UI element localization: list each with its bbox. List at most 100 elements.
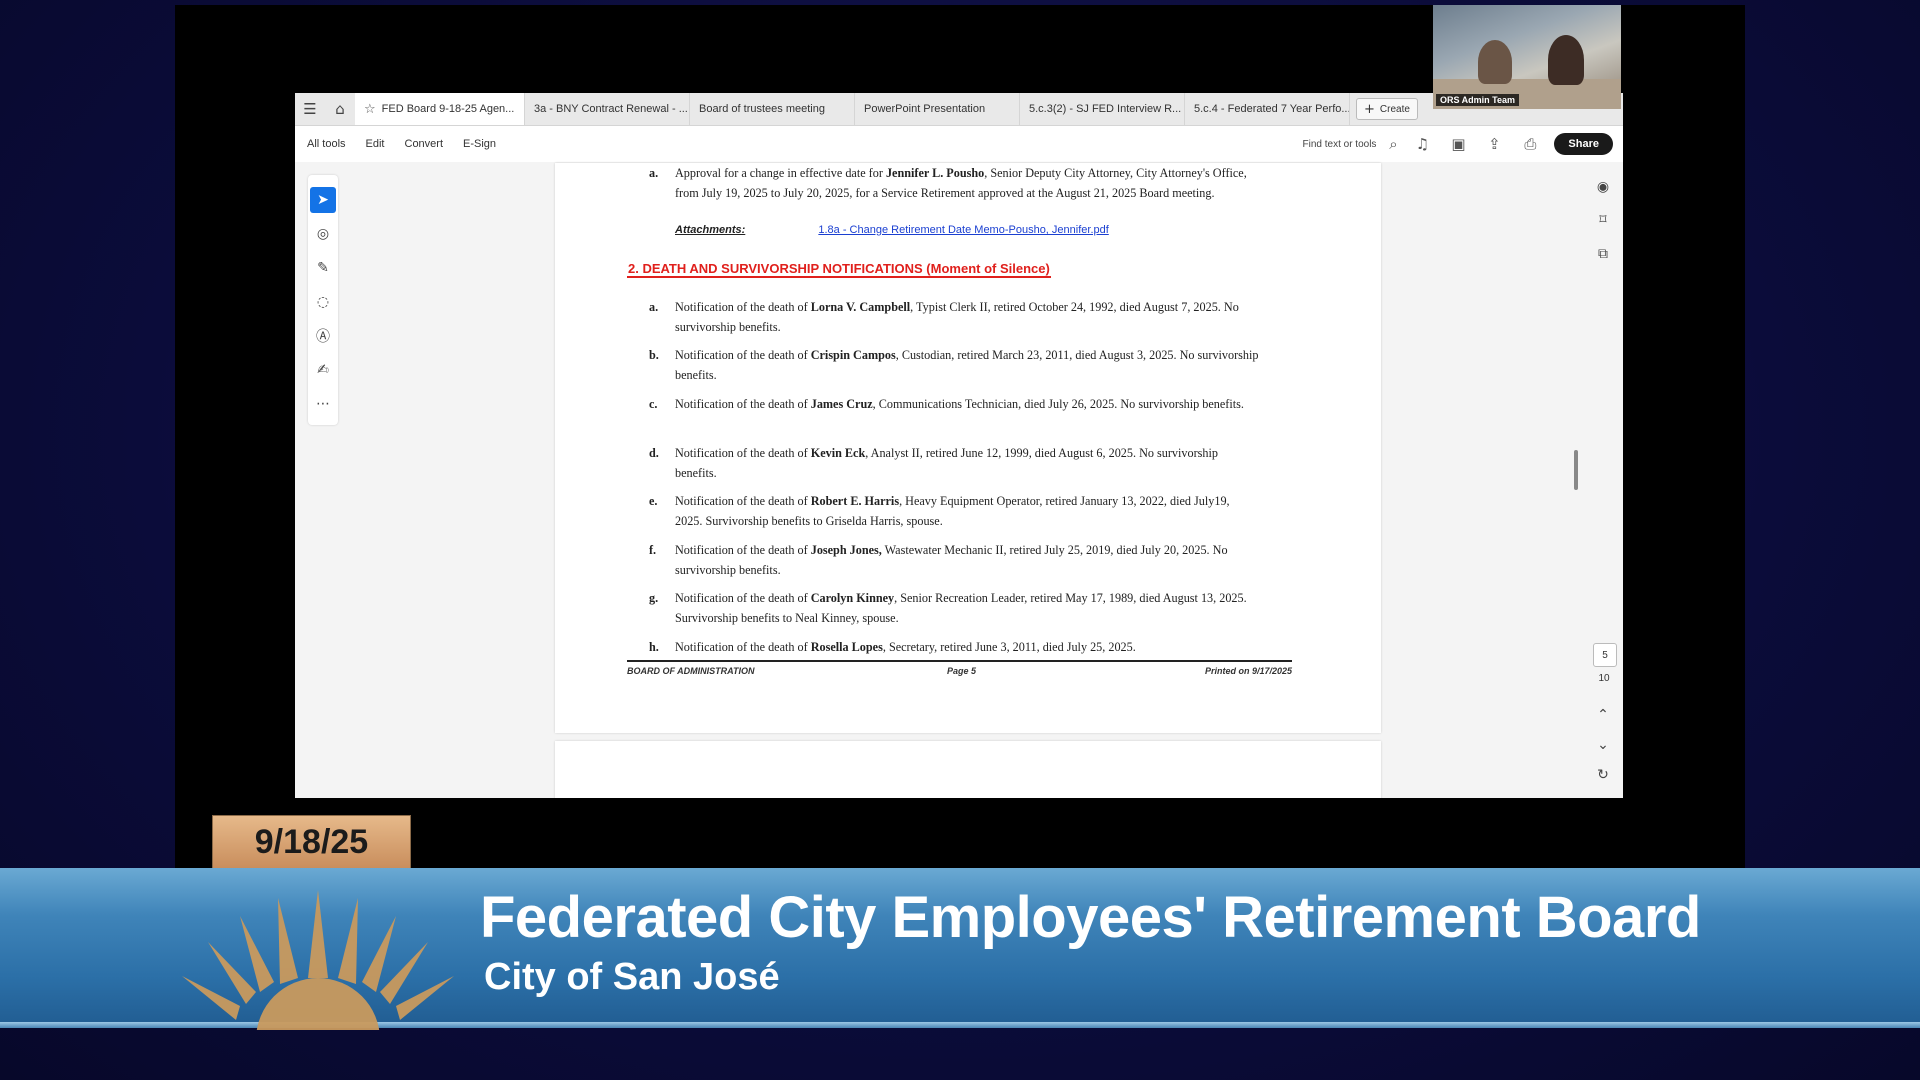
webcam-feed: ORS Admin Team <box>1433 5 1621 109</box>
share-button[interactable]: Share <box>1554 133 1613 155</box>
pages-icon[interactable]: ⧉ <box>1591 242 1615 266</box>
footer-divider <box>627 660 1292 662</box>
tab-label: 5.c.4 - Federated 7 Year Perfo... <box>1194 103 1350 115</box>
broadcast-title: Federated City Employees' Retirement Boa… <box>480 885 1701 950</box>
item-name: James Cruz <box>810 397 873 411</box>
chevron-down-icon[interactable]: ⌄ <box>1591 733 1615 757</box>
list-item: b. Notification of the death of Crispin … <box>649 345 1259 385</box>
item-text: Notification of the death of Crispin Cam… <box>675 345 1259 385</box>
create-button[interactable]: + Create <box>1356 98 1418 120</box>
list-item: c. Notification of the death of James Cr… <box>649 394 1259 414</box>
tab-label: FED Board 9-18-25 Agen... <box>381 103 515 115</box>
section-heading: 2. DEATH AND SURVIVORSHIP NOTIFICATIONS … <box>627 261 1051 278</box>
item-label: e. <box>649 494 658 508</box>
list-item: h. Notification of the death of Rosella … <box>649 637 1259 657</box>
item-label: c. <box>649 397 658 411</box>
menu-right-tools: Find text or tools ⌕ ♫ ▣ ⇪ ⎙ Share <box>1303 126 1613 162</box>
chevron-up-icon[interactable]: ⌃ <box>1591 703 1615 727</box>
current-page-input[interactable]: 5 <box>1593 643 1617 667</box>
webcam-person <box>1478 40 1512 84</box>
menu-e-sign[interactable]: E-Sign <box>463 138 496 150</box>
pdf-viewer-window: ☰ ⌂ ☆ FED Board 9-18-25 Agen... ✕ 3a - B… <box>295 93 1623 798</box>
tab-label: PowerPoint Presentation <box>864 103 986 115</box>
tab-fed-board-agenda[interactable]: ☆ FED Board 9-18-25 Agen... ✕ <box>355 93 525 125</box>
broadcast-date: 9/18/25 <box>212 815 411 869</box>
search-icon[interactable]: ⌕ <box>1382 126 1404 162</box>
highlight-pen-icon[interactable]: ✎ <box>310 255 336 281</box>
item-pre: Notification of the death of <box>675 640 811 654</box>
item-label: b. <box>649 348 659 362</box>
item-post: , Secretary, retired June 3, 2011, died … <box>882 640 1136 654</box>
upload-cloud-icon[interactable]: ⇪ <box>1476 126 1512 162</box>
item-text: Notification of the death of Robert E. H… <box>675 491 1259 531</box>
item-name: Rosella Lopes <box>810 640 883 654</box>
item-label: a. <box>649 300 659 314</box>
item-label: d. <box>649 446 659 460</box>
ai-assistant-icon[interactable]: ◉ <box>1591 175 1615 199</box>
item-text: Notification of the death of Rosella Lop… <box>675 637 1259 657</box>
city-seal-sun-icon <box>182 890 454 1030</box>
menu-convert[interactable]: Convert <box>405 138 444 150</box>
home-icon[interactable]: ⌂ <box>325 93 355 125</box>
left-toolbar: ➤ ◎ ✎ ◌ Ⓐ ✍ ⋯ <box>308 175 338 425</box>
read-aloud-icon[interactable]: ♫ <box>1404 126 1440 162</box>
list-item: e. Notification of the death of Robert E… <box>649 491 1259 531</box>
tab-board-of-trustees[interactable]: Board of trustees meeting <box>690 93 855 125</box>
tab-label: Board of trustees meeting <box>699 103 825 115</box>
tab-sj-fed-interview[interactable]: 5.c.3(2) - SJ FED Interview R... <box>1020 93 1185 125</box>
item-pre: Notification of the death of <box>675 348 811 362</box>
lasso-draw-icon[interactable]: ◌ <box>310 289 336 315</box>
select-tool-icon[interactable]: ➤ <box>310 187 336 213</box>
tab-bar: ☰ ⌂ ☆ FED Board 9-18-25 Agen... ✕ 3a - B… <box>295 93 1623 126</box>
item-pre: Notification of the death of <box>675 397 811 411</box>
list-item: a. Notification of the death of Lorna V.… <box>649 297 1259 337</box>
plus-icon: + <box>1364 101 1375 117</box>
hamburger-menu-icon[interactable]: ☰ <box>295 93 325 125</box>
tab-powerpoint[interactable]: PowerPoint Presentation <box>855 93 1020 125</box>
list-item: a. Approval for a change in effective da… <box>649 163 1259 203</box>
list-item: f. Notification of the death of Joseph J… <box>649 540 1259 580</box>
item-post: , Communications Technician, died July 2… <box>872 397 1244 411</box>
item-text: Notification of the death of Joseph Jone… <box>675 540 1259 580</box>
page-footer: BOARD OF ADMINISTRATION Page 5 Printed o… <box>627 666 1292 676</box>
item-pre: Approval for a change in effective date … <box>675 166 886 180</box>
print-icon[interactable]: ⎙ <box>1512 126 1548 162</box>
item-label: f. <box>649 543 657 557</box>
next-document-page <box>555 741 1381 798</box>
menu-edit[interactable]: Edit <box>366 138 385 150</box>
item-name: Lorna V. Campbell <box>810 300 911 314</box>
item-text: Notification of the death of Kevin Eck, … <box>675 443 1259 483</box>
menu-all-tools[interactable]: All tools <box>307 138 346 150</box>
more-tools-icon[interactable]: ⋯ <box>310 391 336 417</box>
item-pre: Notification of the death of <box>675 543 811 557</box>
webcam-person <box>1548 35 1584 85</box>
star-icon[interactable]: ☆ <box>364 102 376 117</box>
find-text-input[interactable]: Find text or tools <box>1303 139 1377 150</box>
tab-label: 3a - BNY Contract Renewal - ... <box>534 103 688 115</box>
vertical-scrollbar[interactable] <box>1574 450 1578 490</box>
item-name: Kevin Eck <box>810 446 866 460</box>
item-label: g. <box>649 591 659 605</box>
save-icon[interactable]: ▣ <box>1440 126 1476 162</box>
item-text: Notification of the death of Carolyn Kin… <box>675 588 1259 628</box>
item-pre: Notification of the death of <box>675 446 811 460</box>
menu-bar: All tools Edit Convert E-Sign Find text … <box>295 126 1623 162</box>
footer-printed-date: Printed on 9/17/2025 <box>1204 666 1292 676</box>
document-page: a. Approval for a change in effective da… <box>555 163 1381 733</box>
list-item: d. Notification of the death of Kevin Ec… <box>649 443 1259 483</box>
item-text: Notification of the death of James Cruz,… <box>675 394 1259 414</box>
tab-bny-contract[interactable]: 3a - BNY Contract Renewal - ... <box>525 93 690 125</box>
text-box-icon[interactable]: Ⓐ <box>310 323 336 349</box>
item-name: Joseph Jones, <box>810 543 882 557</box>
bookmark-icon[interactable]: ⌑ <box>1591 208 1615 232</box>
list-item: g. Notification of the death of Carolyn … <box>649 588 1259 628</box>
attachment-link[interactable]: 1.8a - Change Retirement Date Memo-Poush… <box>818 224 1108 236</box>
comment-tool-icon[interactable]: ◎ <box>310 221 336 247</box>
item-name: Carolyn Kinney <box>810 591 895 605</box>
rotate-icon[interactable]: ↻ <box>1591 763 1615 787</box>
tab-federated-7-year[interactable]: 5.c.4 - Federated 7 Year Perfo... <box>1185 93 1350 125</box>
item-name: Jennifer L. Pousho <box>885 166 985 180</box>
attachments-label: Attachments: <box>675 224 746 236</box>
signature-icon[interactable]: ✍ <box>310 357 336 383</box>
footer-left: BOARD OF ADMINISTRATION <box>627 666 755 676</box>
